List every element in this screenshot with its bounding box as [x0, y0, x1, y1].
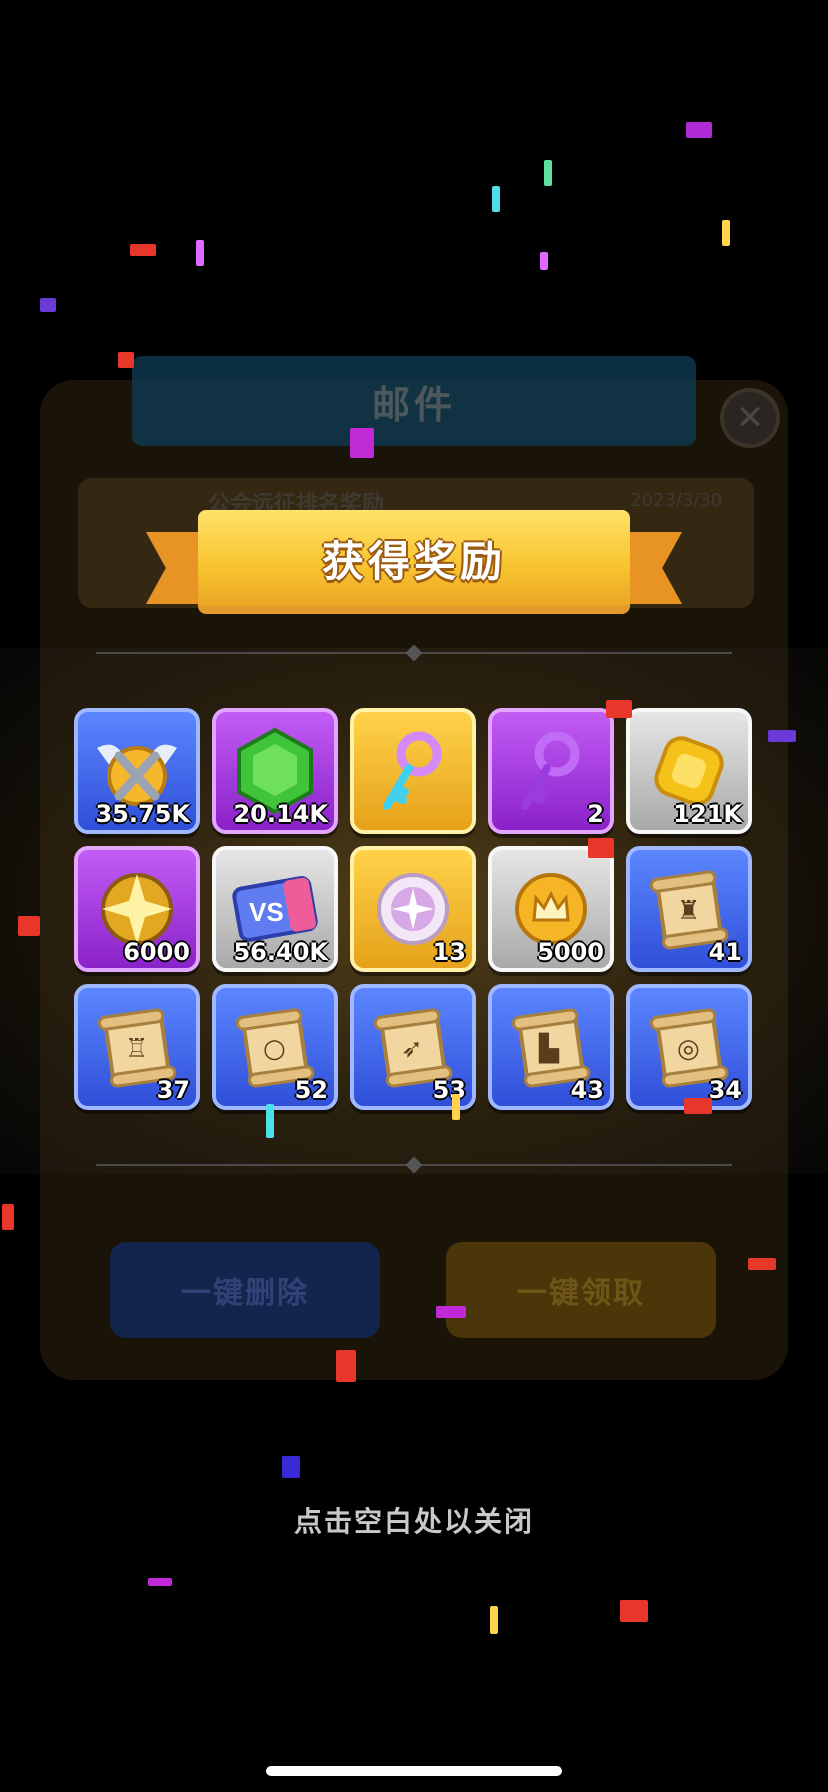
reward-count: 53 — [432, 1076, 466, 1104]
mail-panel-header: 邮件 — [132, 356, 696, 446]
svg-text:▙: ▙ — [538, 1032, 560, 1064]
reward-count: 35.75K — [95, 800, 190, 828]
reward-tile[interactable]: ◎ 34 — [626, 984, 752, 1110]
reward-tile[interactable]: VS 56.40K — [212, 846, 338, 972]
confetti-piece — [350, 428, 374, 458]
reward-tile[interactable]: 13 — [350, 846, 476, 972]
mail-panel-title: 邮件 — [371, 382, 456, 427]
confetti-piece — [620, 1600, 648, 1622]
reward-count: 41 — [708, 938, 742, 966]
banner-body: 获得奖励 — [198, 510, 630, 614]
reward-tile[interactable] — [350, 708, 476, 834]
reward-tile[interactable]: ▙ 43 — [488, 984, 614, 1110]
confetti-piece — [492, 186, 500, 212]
reward-tile[interactable]: ♖ 37 — [74, 984, 200, 1110]
confetti-piece — [748, 1258, 776, 1270]
confetti-piece — [684, 1098, 712, 1114]
svg-text:➶: ➶ — [401, 1034, 423, 1064]
svg-text:◎: ◎ — [677, 1034, 700, 1064]
reward-tile[interactable]: ➶ 53 — [350, 984, 476, 1110]
home-indicator[interactable] — [266, 1766, 562, 1776]
confetti-piece — [436, 1306, 466, 1318]
cyan-key-icon — [354, 712, 472, 830]
reward-count: 121K — [673, 800, 742, 828]
reward-tile[interactable]: 20.14K — [212, 708, 338, 834]
confetti-piece — [2, 1204, 14, 1230]
mail-close-button: ✕ — [720, 388, 780, 448]
svg-text:♜: ♜ — [677, 896, 700, 926]
close-hint[interactable]: 点击空白处以关闭 — [0, 1500, 828, 1540]
reward-tile[interactable]: 5000 — [488, 846, 614, 972]
svg-text:♖: ♖ — [125, 1034, 148, 1064]
confetti-piece — [768, 730, 796, 742]
confetti-piece — [544, 160, 552, 186]
banner-title: 获得奖励 — [321, 536, 506, 586]
confetti-piece — [452, 1094, 460, 1120]
confetti-piece — [282, 1456, 300, 1478]
reward-tile[interactable]: ♜ 41 — [626, 846, 752, 972]
reward-count: 6000 — [123, 938, 190, 966]
confetti-piece — [266, 1104, 274, 1138]
confetti-piece — [490, 1606, 498, 1634]
reward-tile[interactable]: ○ 52 — [212, 984, 338, 1110]
delete-all-button: 一键删除 — [110, 1242, 380, 1338]
reward-tile[interactable]: 2 — [488, 708, 614, 834]
reward-count: 20.14K — [233, 800, 328, 828]
reward-count: 13 — [432, 938, 466, 966]
confetti-piece — [336, 1350, 356, 1382]
close-icon: ✕ — [735, 398, 765, 438]
confetti-piece — [686, 122, 712, 138]
reward-count: 2 — [587, 800, 604, 828]
confetti-piece — [588, 838, 614, 858]
confetti-piece — [118, 352, 134, 368]
confetti-piece — [606, 700, 632, 718]
reward-count: 52 — [294, 1076, 328, 1104]
reward-tile[interactable]: 121K — [626, 708, 752, 834]
confetti-piece — [18, 916, 40, 936]
confetti-piece — [148, 1578, 172, 1586]
confetti-piece — [540, 252, 548, 270]
reward-tile[interactable]: 35.75K — [74, 708, 200, 834]
claim-all-button: 一键领取 — [446, 1242, 716, 1338]
svg-text:○: ○ — [263, 1034, 286, 1064]
svg-text:VS: VS — [249, 897, 284, 927]
reward-banner: 获得奖励 — [146, 504, 682, 624]
reward-count: 43 — [570, 1076, 604, 1104]
confetti-piece — [722, 220, 730, 246]
reward-grid: 35.75K 20.14K 2 121K 6000 VS 56.40K 13 5000 ♜ 41 ♖ 3… — [74, 708, 756, 1110]
confetti-piece — [40, 298, 56, 312]
confetti-piece — [196, 240, 204, 266]
reward-tile[interactable]: 6000 — [74, 846, 200, 972]
reward-count: 5000 — [537, 938, 604, 966]
reward-count: 34 — [708, 1076, 742, 1104]
reward-count: 56.40K — [233, 938, 328, 966]
reward-count: 37 — [156, 1076, 190, 1104]
confetti-piece — [130, 244, 156, 256]
